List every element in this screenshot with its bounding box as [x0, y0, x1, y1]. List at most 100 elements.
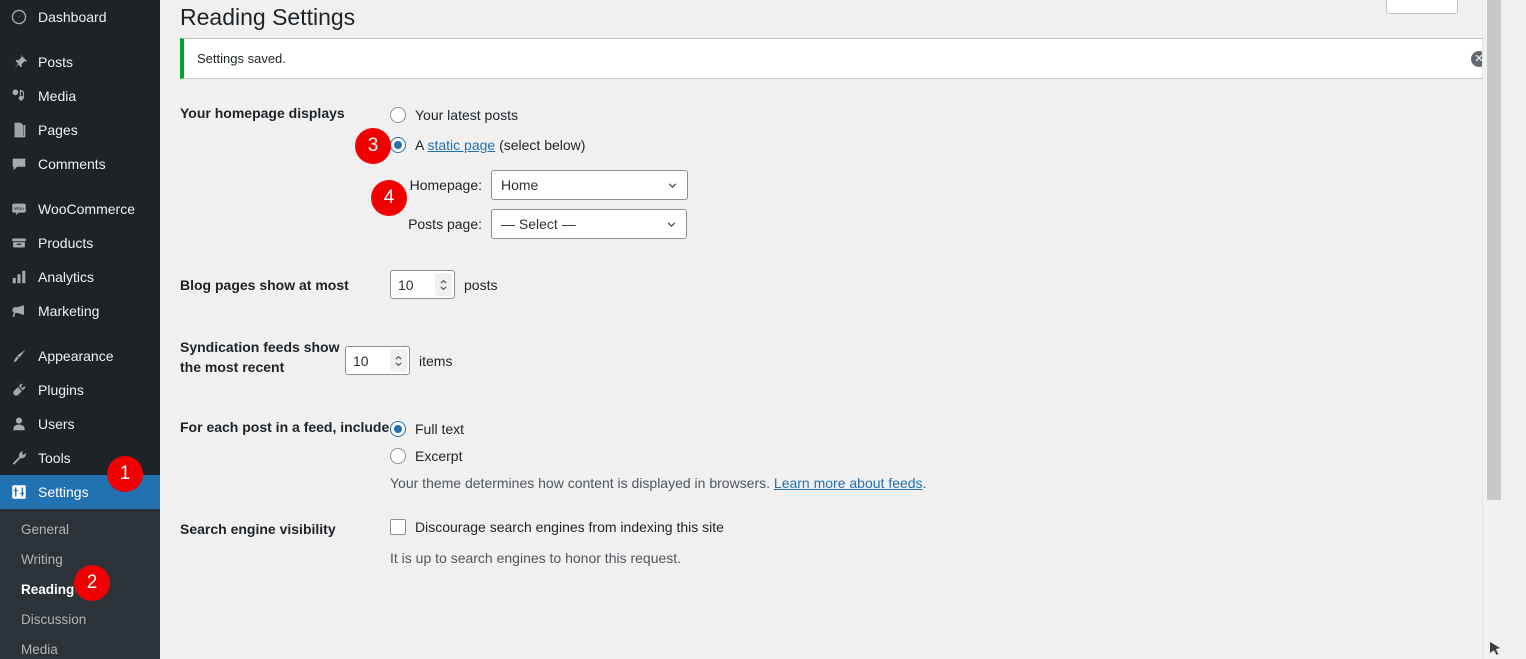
- sidebar-item-marketing[interactable]: Marketing: [0, 294, 160, 328]
- media-icon: [9, 86, 29, 106]
- comment-icon: [9, 154, 29, 174]
- sidebar-item-label: Settings: [38, 484, 89, 500]
- sidebar-item-label: Comments: [38, 156, 106, 172]
- sidebar-item-comments[interactable]: Comments: [0, 147, 160, 181]
- radio-latest-posts[interactable]: Your latest posts: [390, 103, 1504, 126]
- dashboard-icon: [9, 7, 29, 27]
- sidebar-item-label: Dashboard: [38, 9, 107, 25]
- sidebar-item-pages[interactable]: Pages: [0, 113, 160, 147]
- sidebar-item-label: Analytics: [38, 269, 95, 285]
- sidebar-item-appearance[interactable]: Appearance: [0, 339, 160, 373]
- submenu-item-general[interactable]: General: [0, 515, 160, 545]
- step-badge-1: 1: [107, 456, 143, 492]
- main-content: Reading Settings Settings saved. ✕ Your …: [160, 0, 1504, 659]
- description-prefix: Your theme determines how content is dis…: [390, 475, 774, 491]
- radio-full-text[interactable]: Full text: [390, 417, 1504, 440]
- sidebar-item-posts[interactable]: Posts: [0, 45, 160, 79]
- row-field: 10 posts: [390, 270, 1504, 299]
- sidebar-item-label: Products: [38, 235, 94, 251]
- radio-label-prefix: A: [415, 136, 428, 153]
- row-search-visibility: Search engine visibility Discourage sear…: [160, 519, 1504, 566]
- paintbrush-icon: [9, 346, 29, 366]
- mouse-cursor-icon: [1490, 642, 1501, 656]
- search-visibility-description: It is up to search engines to honor this…: [390, 550, 682, 566]
- radio-excerpt[interactable]: Excerpt: [390, 444, 1504, 467]
- sidebar-separator: [0, 328, 160, 339]
- submenu-item-discussion[interactable]: Discussion: [0, 605, 160, 635]
- radio-label: Full text: [415, 420, 465, 437]
- row-field: Discourage search engines from indexing …: [390, 519, 1504, 566]
- row-label: For each post in a feed, include: [180, 419, 390, 435]
- row-label: Blog pages show at most: [180, 276, 349, 293]
- step-badge-4: 4: [371, 180, 407, 216]
- row-feed-include: For each post in a feed, include Full te…: [160, 417, 1504, 491]
- blog-pages-input[interactable]: 10: [390, 270, 455, 299]
- row-homepage-displays: Your homepage displays Your latest posts…: [160, 103, 1504, 248]
- scrollbar-thumb[interactable]: [1487, 0, 1501, 500]
- bar-chart-icon: [9, 267, 29, 287]
- sidebar-item-label: Tools: [38, 450, 71, 466]
- submenu-item-media[interactable]: Media: [0, 635, 160, 659]
- row-label: Your homepage displays: [180, 105, 345, 121]
- page-title: Reading Settings: [180, 4, 356, 30]
- sidebar-item-plugins[interactable]: Plugins: [0, 373, 160, 407]
- learn-more-feeds-link[interactable]: Learn more about feeds: [774, 475, 923, 491]
- radio-button[interactable]: [390, 420, 406, 437]
- discourage-checkbox[interactable]: [390, 519, 406, 535]
- vertical-scrollbar[interactable]: [1482, 0, 1504, 659]
- row-syndication-feeds: Syndication feeds show the most recent 1…: [160, 337, 1504, 377]
- discourage-search-engines-row[interactable]: Discourage search engines from indexing …: [390, 519, 1504, 535]
- wordpress-admin-screen: Dashboard Posts Media Pages Comments Woo…: [0, 0, 1526, 659]
- sidebar-item-media[interactable]: Media: [0, 79, 160, 113]
- posts-page-select-label: Posts page:: [408, 216, 482, 232]
- feed-include-description: Your theme determines how content is dis…: [390, 475, 1504, 491]
- posts-page-select-line: Posts page: — Select —: [390, 209, 1504, 239]
- reading-settings-form: Your homepage displays Your latest posts…: [160, 103, 1504, 566]
- static-page-link[interactable]: static page: [427, 137, 495, 153]
- sidebar-separator: [0, 34, 160, 45]
- blog-pages-suffix: posts: [464, 276, 498, 293]
- syndication-feeds-input[interactable]: 10: [345, 346, 410, 375]
- partial-top-button[interactable]: [1386, 0, 1458, 14]
- row-field: Your latest posts A static page (select …: [390, 103, 1504, 248]
- number-stepper[interactable]: [435, 273, 452, 296]
- radio-button[interactable]: [390, 106, 406, 123]
- chevron-down-icon: [665, 218, 678, 231]
- syndication-feeds-suffix: items: [419, 352, 453, 369]
- sidebar-item-dashboard[interactable]: Dashboard: [0, 0, 160, 34]
- notice-text: Settings saved.: [197, 51, 286, 66]
- sidebar-item-label: Users: [38, 416, 75, 432]
- sidebar-separator: [0, 181, 160, 192]
- row-field: 10 items: [345, 346, 1504, 375]
- number-stepper[interactable]: [390, 349, 407, 372]
- row-blog-pages: Blog pages show at most 10 posts: [160, 270, 1504, 299]
- posts-page-select[interactable]: — Select —: [491, 209, 687, 239]
- wrench-icon: [9, 448, 29, 468]
- sidebar-item-label: Appearance: [38, 348, 114, 364]
- sidebar-item-label: Pages: [38, 122, 78, 138]
- radio-static-page[interactable]: A static page (select below): [390, 133, 1504, 156]
- sidebar-item-label: WooCommerce: [38, 201, 135, 217]
- sidebar-item-label: Marketing: [38, 303, 100, 319]
- step-badge-2: 2: [74, 565, 110, 601]
- megaphone-icon: [9, 301, 29, 321]
- posts-page-select-value: — Select —: [501, 216, 576, 232]
- svg-text:Woo: Woo: [14, 206, 24, 212]
- sidebar-item-woocommerce[interactable]: Woo WooCommerce: [0, 192, 160, 226]
- radio-button[interactable]: [390, 447, 406, 464]
- sidebar-item-analytics[interactable]: Analytics: [0, 260, 160, 294]
- discourage-label: Discourage search engines from indexing …: [415, 519, 724, 535]
- sidebar-item-label: Posts: [38, 54, 74, 70]
- blog-pages-value: 10: [398, 276, 414, 293]
- row-field: Full text Excerpt Your theme determines …: [390, 417, 1504, 491]
- admin-sidebar: Dashboard Posts Media Pages Comments Woo…: [0, 0, 160, 659]
- radio-label: Your latest posts: [415, 106, 518, 123]
- sidebar-item-products[interactable]: Products: [0, 226, 160, 260]
- homepage-select[interactable]: Home: [491, 170, 688, 200]
- step-badge-3: 3: [355, 128, 391, 164]
- sidebar-item-users[interactable]: Users: [0, 407, 160, 441]
- description-suffix: .: [922, 475, 927, 491]
- user-icon: [9, 414, 29, 434]
- radio-button[interactable]: [390, 136, 406, 153]
- settings-sliders-icon: [9, 482, 29, 502]
